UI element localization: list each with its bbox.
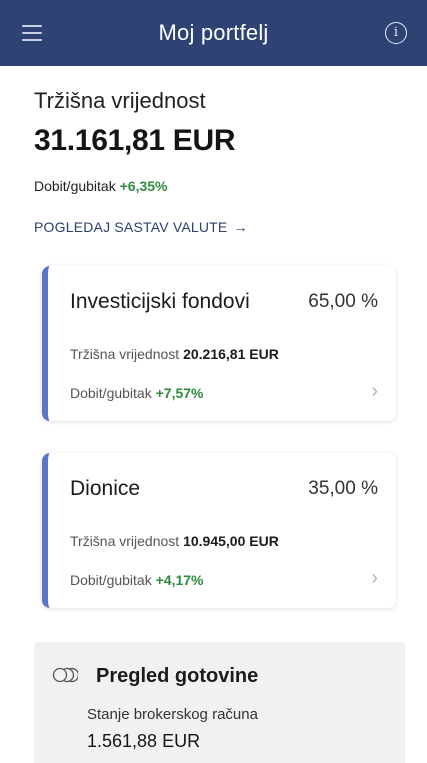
asset-card-profit-loss: Dobit/gubitak +7,57% (70, 385, 203, 401)
asset-card-profit-loss: Dobit/gubitak +4,17% (70, 572, 203, 588)
view-currency-composition-link[interactable]: POGLEDAJ SASTAV VALUTE → (34, 219, 248, 235)
hamburger-menu-icon[interactable] (22, 25, 42, 41)
asset-card-name: Investicijski fondovi (70, 290, 250, 313)
cash-overview-title: Pregled gotovine (96, 665, 259, 687)
asset-card-mv-label: Tržišna vrijednost (70, 533, 180, 549)
chevron-right-icon: › (371, 567, 378, 589)
app-header: Moj portfelj i (0, 0, 427, 66)
asset-card-stocks[interactable]: Dionice 35,00 % Tržišna vrijednost 10.94… (42, 453, 396, 608)
asset-card-mv-value: 10.945,00 EUR (183, 533, 279, 549)
currency-link-label: POGLEDAJ SASTAV VALUTE (34, 219, 228, 235)
arrow-right-icon: → (233, 219, 248, 235)
asset-card-pl-value: +7,57% (155, 385, 204, 401)
total-profit-loss: Dobit/gubitak +6,35% (34, 178, 167, 194)
page-title: Moj portfelj (158, 20, 269, 45)
total-market-value: 31.161,81 EUR (34, 124, 236, 157)
asset-card-market-value: Tržišna vrijednost 10.945,00 EUR (70, 533, 279, 549)
info-icon[interactable]: i (385, 22, 407, 44)
asset-card-pl-label: Dobit/gubitak (70, 385, 152, 401)
asset-card-mv-value: 20.216,81 EUR (183, 346, 279, 362)
asset-card-name: Dionice (70, 477, 141, 500)
asset-card-pl-label: Dobit/gubitak (70, 572, 152, 588)
asset-card-funds[interactable]: Investicijski fondovi 65,00 % Tržišna vr… (42, 266, 396, 421)
chevron-right-icon: › (371, 380, 378, 402)
market-value-label: Tržišna vrijednost (34, 88, 206, 113)
asset-card-percent: 65,00 % (308, 291, 378, 312)
profit-loss-label: Dobit/gubitak (34, 178, 116, 194)
asset-card-pl-value: +4,17% (155, 572, 204, 588)
asset-card-percent: 35,00 % (308, 478, 378, 499)
cash-overview-panel[interactable]: Pregled gotovine Stanje brokerskog račun… (34, 642, 405, 763)
asset-card-mv-label: Tržišna vrijednost (70, 346, 180, 362)
broker-balance-value: 1.561,88 EUR (87, 731, 201, 751)
cash-coins-icon (52, 667, 78, 683)
profit-loss-value: +6,35% (119, 178, 168, 194)
asset-card-market-value: Tržišna vrijednost 20.216,81 EUR (70, 346, 279, 362)
broker-balance-label: Stanje brokerskog računa (87, 706, 258, 723)
